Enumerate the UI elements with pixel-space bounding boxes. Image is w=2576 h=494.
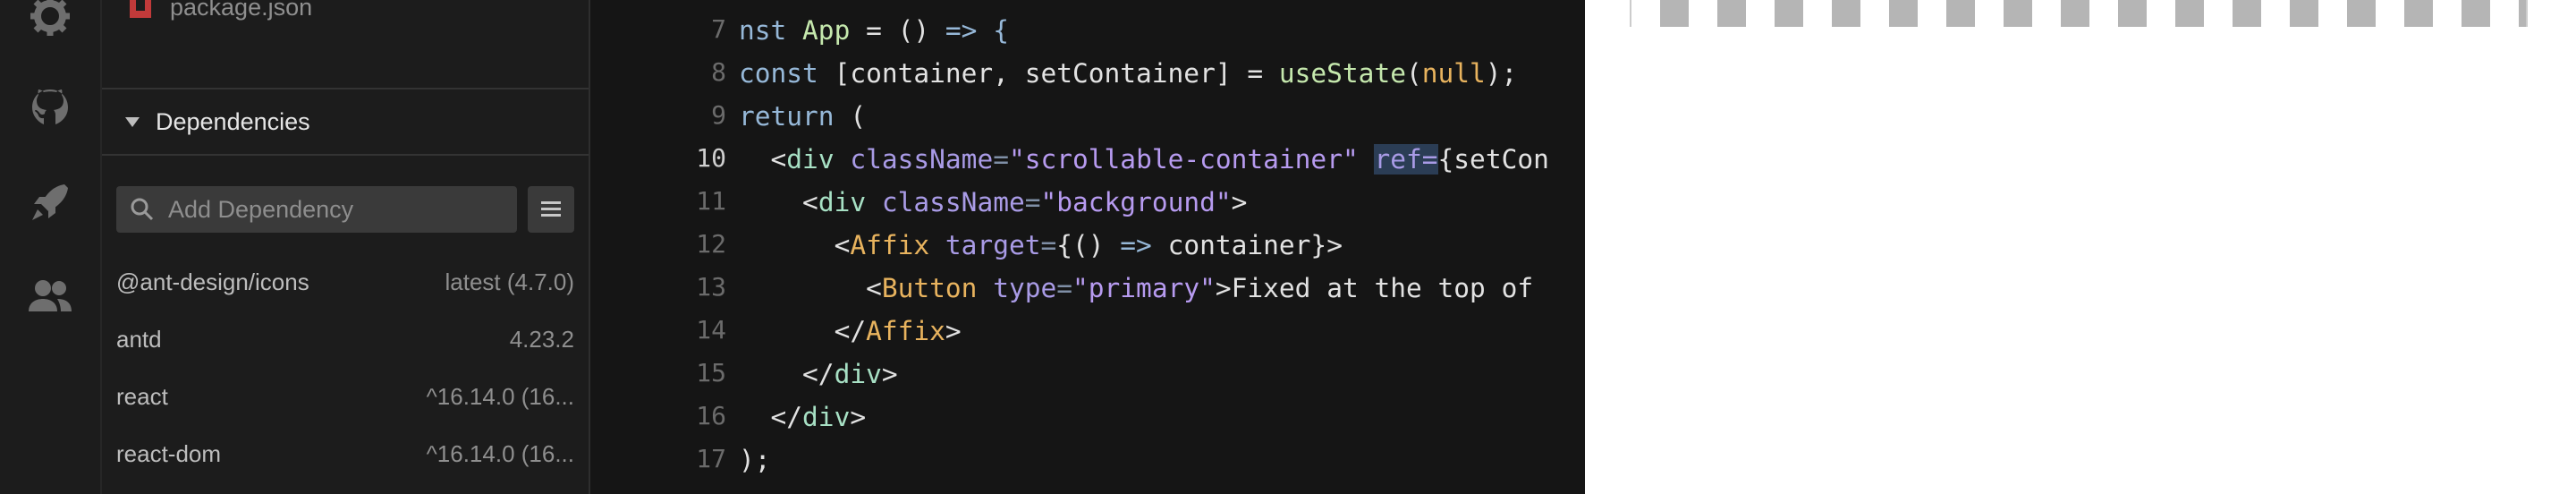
dependency-name: react — [116, 382, 168, 410]
collapse-triangle-icon — [125, 116, 140, 127]
search-icon — [131, 198, 154, 221]
package-file-icon — [130, 0, 151, 18]
scrollable-background — [1630, 0, 2528, 27]
line-number: 13 — [696, 272, 726, 302]
code-line: <Button type="primary">Fixed at the top … — [739, 273, 1534, 303]
code-line: ); — [739, 445, 771, 475]
gear-icon[interactable] — [25, 0, 75, 41]
line-number: 15 — [696, 358, 726, 388]
code-line: </div> — [739, 359, 898, 389]
code-line: <Affix target={() => container}> — [739, 230, 1343, 260]
line-number: 7 — [711, 14, 726, 44]
file-name: package.json — [170, 0, 313, 21]
line-number: 11 — [696, 186, 726, 216]
dependency-version: ^16.14.0 (16... — [426, 382, 574, 410]
github-icon[interactable] — [25, 82, 75, 132]
line-number: 12 — [696, 229, 726, 259]
code-line: const [container, setContainer] = useSta… — [739, 58, 1518, 89]
dependency-version: latest (4.7.0) — [445, 268, 574, 295]
activity-bar — [0, 0, 102, 494]
code-line-current: <div className="scrollable-container" re… — [739, 144, 1549, 175]
dependency-version: 4.23.2 — [509, 325, 574, 353]
add-dependency-input[interactable] — [166, 194, 492, 225]
dependencies-section-header[interactable]: Dependencies — [102, 88, 589, 156]
add-dependency-search — [116, 186, 517, 233]
preview-pane[interactable] — [1585, 0, 2576, 494]
line-number-gutter: 7 8 9 10 11 12 13 14 15 16 17 — [590, 0, 726, 494]
dependency-name: @ant-design/icons — [116, 268, 309, 295]
hamburger-icon — [541, 201, 561, 217]
rocket-icon[interactable] — [25, 177, 75, 227]
dependency-menu-button[interactable] — [528, 186, 574, 233]
selection-highlight: ref= — [1374, 144, 1438, 175]
dependency-item[interactable]: react ^16.14.0 (16... — [116, 379, 574, 414]
code-line: </div> — [739, 402, 867, 432]
dependency-item[interactable]: react-dom ^16.14.0 (16... — [116, 436, 574, 472]
code-line: return ( — [739, 101, 867, 132]
code-line: nst App = () => { — [739, 15, 1009, 46]
dependency-version: ^16.14.0 (16... — [426, 439, 574, 467]
line-number: 16 — [696, 401, 726, 430]
dependency-item[interactable]: antd 4.23.2 — [116, 321, 574, 357]
dependencies-title: Dependencies — [156, 107, 310, 135]
line-number: 14 — [696, 315, 726, 345]
dependency-name: antd — [116, 325, 162, 353]
code-line: </Affix> — [739, 316, 962, 346]
line-number: 9 — [711, 100, 726, 130]
dependency-item[interactable]: @ant-design/icons latest (4.7.0) — [116, 264, 574, 300]
code-editor[interactable]: 7 8 9 10 11 12 13 14 15 16 17 nst App = … — [590, 0, 1585, 494]
code-line: <div className="background"> — [739, 187, 1248, 217]
team-icon[interactable] — [25, 272, 75, 322]
file-item-package-json[interactable]: package.json — [129, 0, 312, 23]
sidebar: package.json Dependencies @ant-design/ic… — [102, 0, 590, 494]
line-number: 17 — [696, 444, 726, 473]
line-number: 8 — [711, 57, 726, 87]
current-line-number: 10 — [696, 143, 726, 173]
code-area[interactable]: nst App = () => { const [container, setC… — [739, 0, 1585, 494]
dependency-name: react-dom — [116, 439, 222, 467]
